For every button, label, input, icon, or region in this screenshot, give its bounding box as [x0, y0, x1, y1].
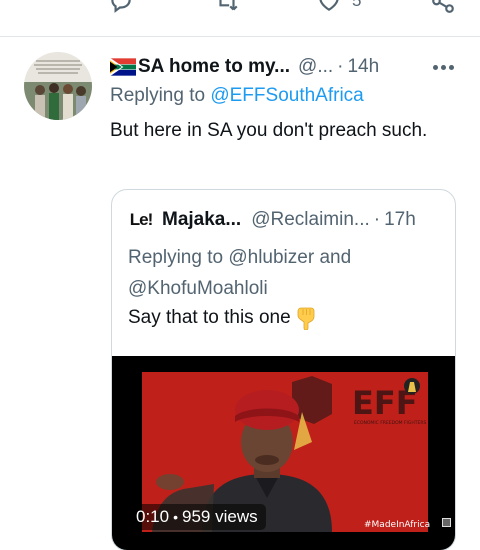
retweet-button[interactable] [214, 0, 240, 16]
tweet-text: But here in SA you don't preach such. [110, 120, 428, 141]
retweet-icon [219, 0, 238, 11]
quoted-header-separator: · [373, 209, 381, 230]
like-icon [319, 0, 339, 11]
quoted-timestamp[interactable]: 17h [384, 209, 416, 231]
avatar-image [24, 52, 92, 120]
avatar[interactable] [24, 52, 92, 120]
quoted-tweet-header: Le! Majaka... @Reclaimin... · 17h [128, 207, 448, 233]
quoted-avatar[interactable]: Le! [128, 207, 154, 233]
more-options-button[interactable] [428, 54, 458, 80]
reply-icon [111, 0, 131, 13]
quoted-user-handle[interactable]: @Reclaimin... [251, 209, 370, 231]
south-africa-flag-icon [110, 58, 136, 76]
quoted-replying-to-line: Replying to @hlubizer and @KhofuMoahloli [128, 247, 352, 299]
tweet-timestamp[interactable]: 14h [347, 56, 379, 78]
quoted-tweet-text-row: Say that to this one [128, 306, 317, 330]
replying-to-mention[interactable]: @EFFSouthAfrica [210, 85, 363, 106]
video-watermark: #MadeInAfrica [364, 520, 431, 530]
like-button[interactable]: 5 [316, 0, 361, 16]
like-count: 5 [352, 0, 362, 10]
display-name[interactable]: SA home to my... [138, 56, 290, 78]
share-button[interactable] [430, 0, 456, 16]
tweet-header: SA home to my... @... · 14h [110, 54, 460, 80]
pointing-down-emoji-icon [297, 307, 315, 330]
eff-backdrop-subtext: ECONOMIC FREEDOM FIGHTERS [354, 420, 426, 426]
replying-prefix: Replying to [110, 85, 206, 106]
more-dot-icon [440, 64, 446, 70]
share-icon [432, 0, 454, 13]
more-dot-icon [432, 64, 438, 70]
video-view-count: 959 views [182, 507, 258, 526]
video-player[interactable]: EFF ECONOMIC FREEDOM FIGHTERS 0:10 • 959… [112, 356, 455, 550]
tweet-action-bar: 5 [0, 0, 480, 18]
quoted-tweet-text: Say that to this one [128, 307, 291, 328]
user-handle[interactable]: @... [298, 56, 333, 78]
quoted-display-name[interactable]: Majaka... [162, 209, 241, 231]
video-corner-icon [442, 518, 451, 527]
tweet-divider [0, 36, 480, 37]
reply-button[interactable] [108, 0, 134, 16]
video-stats-separator: • [173, 509, 178, 525]
header-separator: · [337, 56, 344, 77]
more-dot-icon [448, 64, 454, 70]
replying-to-line: Replying to @EFFSouthAfrica [110, 85, 364, 107]
quoted-tweet[interactable]: Le! Majaka... @Reclaimin... · 17h Replyi… [111, 189, 456, 550]
video-stats-badge: 0:10 • 959 views [128, 504, 266, 530]
video-duration: 0:10 [136, 507, 170, 526]
